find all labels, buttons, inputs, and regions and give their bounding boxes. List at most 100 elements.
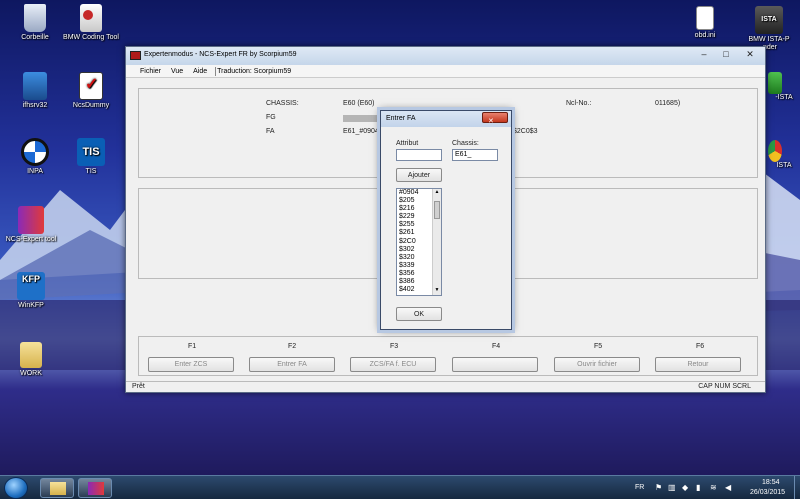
tray-shield-icon[interactable]: ◆: [682, 483, 688, 492]
tray-battery-icon[interactable]: ▮: [696, 483, 700, 492]
tray-volume-icon[interactable]: ◀: [725, 483, 731, 492]
show-desktop-button[interactable]: [794, 476, 800, 499]
language-indicator[interactable]: FR: [635, 484, 644, 491]
fkey-label-f5: F5: [594, 343, 603, 350]
desktop-icon-label: -ISTA: [775, 94, 793, 101]
fkey-label-f2: F2: [288, 343, 297, 350]
chassis-dialog-label: Chassis:: [452, 140, 479, 147]
dialog-title: Entrer FA: [386, 115, 416, 122]
window-titlebar[interactable]: Expertenmodus - NCS-Expert FR by Scorpiu…: [126, 47, 765, 65]
desktop-icon-label: NcsDummy: [72, 102, 110, 109]
desktop-icon-bmw-ista-p[interactable]: ISTA BMW ISTA-P: [734, 6, 800, 44]
fa-value-tail: $2C0$3: [513, 128, 538, 135]
app-icon: [130, 51, 141, 60]
desktop-icon-label: ifhsrv32: [22, 102, 48, 109]
ista-icon: [768, 72, 782, 94]
enter-zcs-button[interactable]: Enter ZCS: [148, 357, 234, 372]
maximize-button[interactable]: □: [717, 48, 735, 62]
menu-vue[interactable]: Vue: [171, 65, 183, 78]
minimize-button[interactable]: –: [695, 48, 713, 62]
taskbar-ncs-expert[interactable]: [78, 478, 112, 498]
desktop-icon-label: Corbeille: [21, 34, 49, 41]
clock-time[interactable]: 18:54: [762, 479, 780, 486]
close-button[interactable]: ✕: [741, 48, 759, 62]
close-icon: ✕: [746, 49, 754, 59]
folder-icon: [50, 482, 66, 495]
desktop-icon-label: TIS: [85, 168, 97, 175]
network-icon: [23, 72, 47, 100]
attribut-input[interactable]: [396, 149, 442, 161]
status-bar: Prêt CAP NUM SCRL: [126, 381, 765, 392]
bmw-logo-icon: [21, 138, 49, 166]
function-keys-panel: F1 F2 F3 F4 F5 F6 Enter ZCS Entrer FA ZC…: [138, 336, 758, 376]
desktop-icon-label: WORK: [20, 370, 42, 377]
taskbar-explorer[interactable]: [40, 478, 74, 498]
desktop-icon-label: ISTA: [776, 162, 792, 169]
menu-bar: Fichier Vue Aide Traduction: Scorpium59: [126, 65, 765, 78]
fg-label: FG: [266, 114, 276, 121]
desktop-icon-label: NCS-Expert tool: [5, 236, 57, 243]
retour-button[interactable]: Retour: [655, 357, 741, 372]
menu-traduction[interactable]: Traduction: Scorpium59: [217, 65, 291, 78]
dialog-titlebar[interactable]: Entrer FA ✕: [381, 111, 511, 127]
scroll-down-icon[interactable]: ▼: [433, 287, 441, 295]
start-button[interactable]: [4, 477, 28, 499]
entrer-fa-dialog[interactable]: Entrer FA ✕ Attribut Chassis: E61_ Ajout…: [380, 110, 512, 330]
desktop-icon-label: BMW Coding Tool: [63, 34, 119, 41]
desktop-icon-label: BMW ISTA-P: [748, 36, 790, 43]
tray-wifi-icon[interactable]: ≋: [710, 483, 717, 492]
tray-flag-icon[interactable]: ⚑: [655, 483, 662, 492]
fkey-label-f6: F6: [696, 343, 705, 350]
attribut-label: Attribut: [396, 140, 419, 147]
menu-aide[interactable]: Aide: [193, 65, 207, 78]
dialog-close-button[interactable]: ✕: [482, 112, 508, 125]
menu-separator: [215, 67, 216, 76]
f4-button[interactable]: [452, 357, 538, 372]
desktop-icon-bmw-coding-tool[interactable]: BMW Coding Tool: [56, 4, 126, 42]
fkey-label-f3: F3: [390, 343, 399, 350]
fg-progress-bar: [343, 115, 383, 122]
fkey-label-f1: F1: [188, 343, 197, 350]
chassis-label: CHASSIS:: [266, 100, 299, 107]
clock-date[interactable]: 26/03/2015: [750, 489, 785, 496]
minimize-icon: –: [701, 49, 707, 59]
menu-fichier[interactable]: Fichier: [140, 65, 161, 78]
ncl-value: 011685): [655, 100, 681, 107]
fa-value: E61_#0904: [343, 128, 379, 135]
list-scrollbar[interactable]: ▲ ▼: [432, 189, 441, 295]
kfp-icon: KFP: [17, 272, 45, 300]
folder-icon: [20, 342, 42, 368]
entrer-fa-button[interactable]: Entrer FA: [249, 357, 335, 372]
ok-button[interactable]: OK: [396, 307, 442, 321]
scroll-thumb[interactable]: [434, 201, 440, 219]
desktop-icon-label: WinKFP: [18, 302, 44, 309]
desktop-icon-winkfp[interactable]: KFP WinKFP: [0, 272, 66, 310]
desktop-icon-ista-partial-2[interactable]: ISTA: [768, 140, 800, 170]
status-indicators: CAP NUM SCRL: [698, 383, 751, 390]
ncs-expert-icon: [88, 482, 104, 495]
file-icon: [696, 6, 714, 30]
desktop-icon-ncsdummy[interactable]: ✓ NcsDummy: [56, 72, 126, 110]
zcs-fa-ecu-button[interactable]: ZCS/FA f. ECU: [350, 357, 436, 372]
ouvrir-fichier-button[interactable]: Ouvrir fichier: [554, 357, 640, 372]
recycle-bin-icon: [24, 4, 46, 32]
close-icon: ✕: [488, 118, 494, 125]
ncl-label: Ncl-No.:: [566, 100, 592, 107]
chassis-input[interactable]: E61_: [452, 149, 498, 161]
tray-network-icon[interactable]: ▥: [668, 483, 676, 492]
tis-icon: TIS: [77, 138, 105, 166]
ncsdummy-icon: ✓: [79, 72, 103, 100]
ajouter-button[interactable]: Ajouter: [396, 168, 442, 182]
taskbar: FR ⚑ ▥ ◆ ▮ ≋ ◀ 18:54 26/03/2015: [0, 475, 800, 499]
window-title: Expertenmodus - NCS-Expert FR by Scorpiu…: [144, 51, 297, 58]
status-text: Prêt: [132, 383, 145, 390]
desktop-icon-tis[interactable]: TIS TIS: [56, 138, 126, 176]
fa-items-list[interactable]: #0904 $205 $216 $229 $255 $261 $2C0 $302…: [396, 188, 442, 296]
desktop-icon-obd-ini[interactable]: obd.ini: [670, 6, 740, 40]
desktop-icon-ncs-expert-tool[interactable]: NCS-Expert tool: [0, 206, 66, 244]
desktop-icon-ista-partial[interactable]: -ISTA: [768, 72, 800, 102]
scroll-up-icon[interactable]: ▲: [433, 189, 441, 197]
desktop-icon-work[interactable]: WORK: [0, 342, 66, 378]
chassis-value: E60 (E60): [343, 100, 375, 107]
ncs-expert-icon: [18, 206, 44, 234]
